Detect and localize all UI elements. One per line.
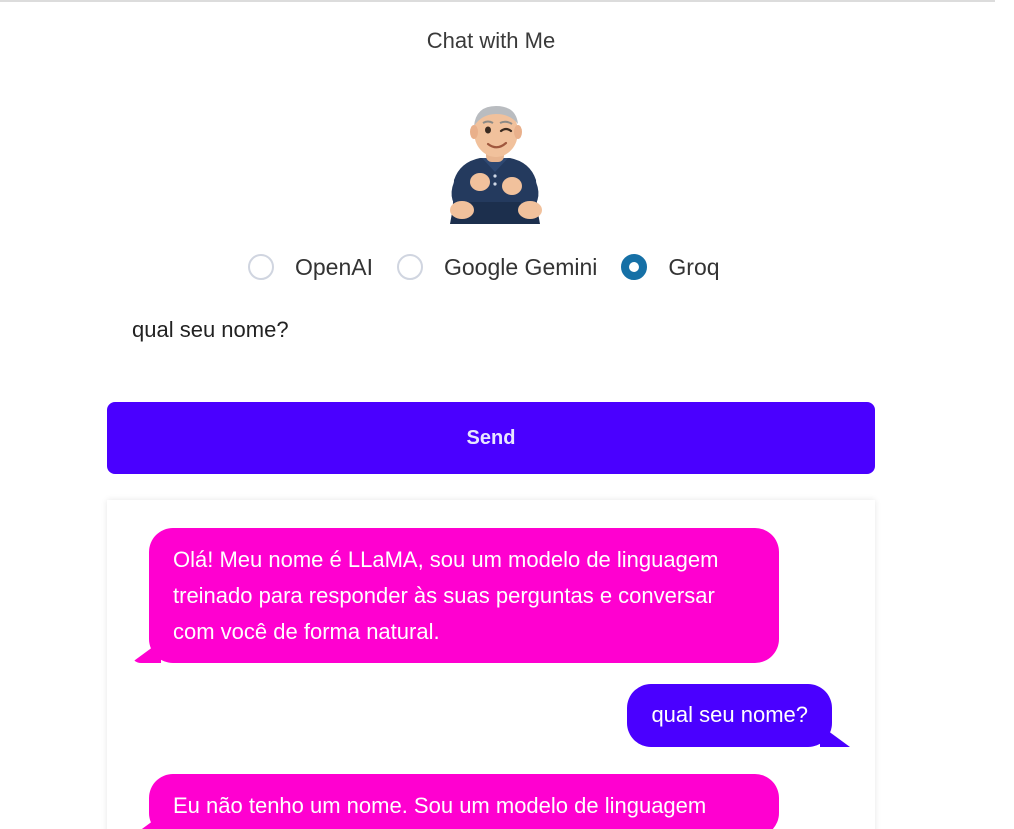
top-divider — [0, 0, 995, 2]
avatar — [440, 102, 550, 224]
send-button[interactable]: Send — [107, 402, 875, 474]
radio-groq-label: Groq — [668, 253, 720, 280]
bot-message: Olá! Meu nome é LLaMA, sou um modelo de … — [149, 528, 779, 663]
user-message: qual seu nome? — [627, 684, 832, 747]
radio-google-gemini-circle[interactable] — [397, 254, 423, 280]
radio-groq[interactable]: Groq — [621, 253, 720, 281]
bot-message: Eu não tenho um nome. Sou um modelo de l… — [149, 774, 779, 829]
page-title: Chat with Me — [426, 28, 556, 53]
radio-google-gemini-label: Google Gemini — [444, 253, 598, 280]
radio-openai-label: OpenAI — [295, 253, 373, 280]
message-input[interactable]: qual seu nome? — [132, 317, 289, 343]
chat-page: Chat with Me OpenAI Google Gemini Groq q… — [0, 0, 1014, 829]
provider-radio-group: OpenAI Google Gemini Groq — [248, 250, 744, 284]
radio-groq-circle[interactable] — [621, 254, 648, 280]
radio-openai[interactable]: OpenAI — [248, 254, 373, 281]
radio-openai-circle[interactable] — [248, 254, 274, 280]
radio-google-gemini[interactable]: Google Gemini — [397, 254, 597, 281]
chat-history[interactable]: Olá! Meu nome é LLaMA, sou um modelo de … — [107, 500, 875, 829]
